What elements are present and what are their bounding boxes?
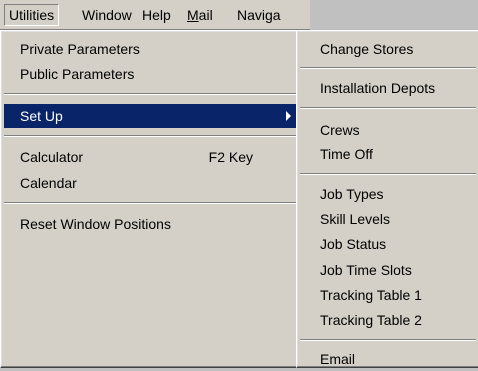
menuitem-label: Change Stores [320,41,414,57]
menuitem-label: Installation Depots [320,80,436,96]
menuitem-private-parameters[interactable]: Private Parameters [4,37,297,61]
menuitem-label: Public Parameters [20,66,135,82]
menu-bar: Utilities Window Help Mail Naviga [0,0,310,30]
menuitem-tracking-table-1[interactable]: Tracking Table 1 [300,283,476,307]
menu-separator [300,339,476,341]
menu-utilities-label: Utilities [9,7,55,23]
menuitem-public-parameters[interactable]: Public Parameters [4,62,297,86]
menuitem-time-off[interactable]: Time Off [300,142,476,166]
menuitem-calendar[interactable]: Calendar [4,171,297,195]
menu-utilities[interactable]: Utilities [4,4,60,26]
menuitem-set-up[interactable]: Set Up [4,104,297,128]
menuitem-shortcut: F2 Key [208,149,253,165]
menuitem-job-types[interactable]: Job Types [300,182,476,206]
menuitem-job-status[interactable]: Job Status [300,232,476,256]
menuitem-installation-depots[interactable]: Installation Depots [300,76,476,100]
menuitem-label: Calculator [20,149,84,165]
menu-navigate[interactable]: Naviga [233,5,285,25]
menuitem-skill-levels[interactable]: Skill Levels [300,207,476,231]
menuitem-label: Email [320,351,356,367]
utilities-dropdown: Private Parameters Public Parameters Set… [0,30,303,368]
menuitem-label: Job Time Slots [320,262,412,278]
menuitem-label: Skill Levels [320,211,391,227]
menu-window-label: Window [82,7,132,23]
setup-submenu: Change Stores Installation Depots Crews … [296,30,478,368]
menuitem-label: Private Parameters [20,41,140,57]
menuitem-label: Job Types [320,186,384,202]
menu-navigate-label: Naviga [237,7,281,23]
menuitem-label: Tracking Table 2 [320,312,422,328]
menuitem-reset-window-positions[interactable]: Reset Window Positions [4,212,297,236]
menuitem-label: Reset Window Positions [20,216,171,232]
menuitem-label: Time Off [320,146,373,162]
menuitem-change-stores[interactable]: Change Stores [300,37,476,61]
menu-mail-label: ail [198,7,213,23]
menuitem-calculator[interactable]: Calculator F2 Key [4,145,297,169]
menuitem-label: Crews [320,122,360,138]
menu-separator [4,93,297,95]
submenu-arrow-icon [286,111,291,121]
menu-mail-mnemonic: M [187,7,199,23]
menu-separator [4,135,297,137]
menu-separator [300,67,476,69]
menuitem-label: Calendar [20,175,77,191]
menuitem-email[interactable]: Email [300,347,476,371]
menu-help-label: Help [142,7,171,23]
menu-window[interactable]: Window [78,5,136,25]
menu-help[interactable]: Help [138,5,175,25]
menu-mail[interactable]: Mail [183,5,217,25]
menu-separator [4,202,297,204]
menu-separator [300,107,476,109]
menuitem-job-time-slots[interactable]: Job Time Slots [300,258,476,282]
menuitem-label: Set Up [20,108,63,124]
menuitem-label: Tracking Table 1 [320,287,422,303]
menu-separator [300,173,476,175]
menuitem-tracking-table-2[interactable]: Tracking Table 2 [300,308,476,332]
menuitem-crews[interactable]: Crews [300,118,476,142]
menuitem-label: Job Status [320,236,387,252]
